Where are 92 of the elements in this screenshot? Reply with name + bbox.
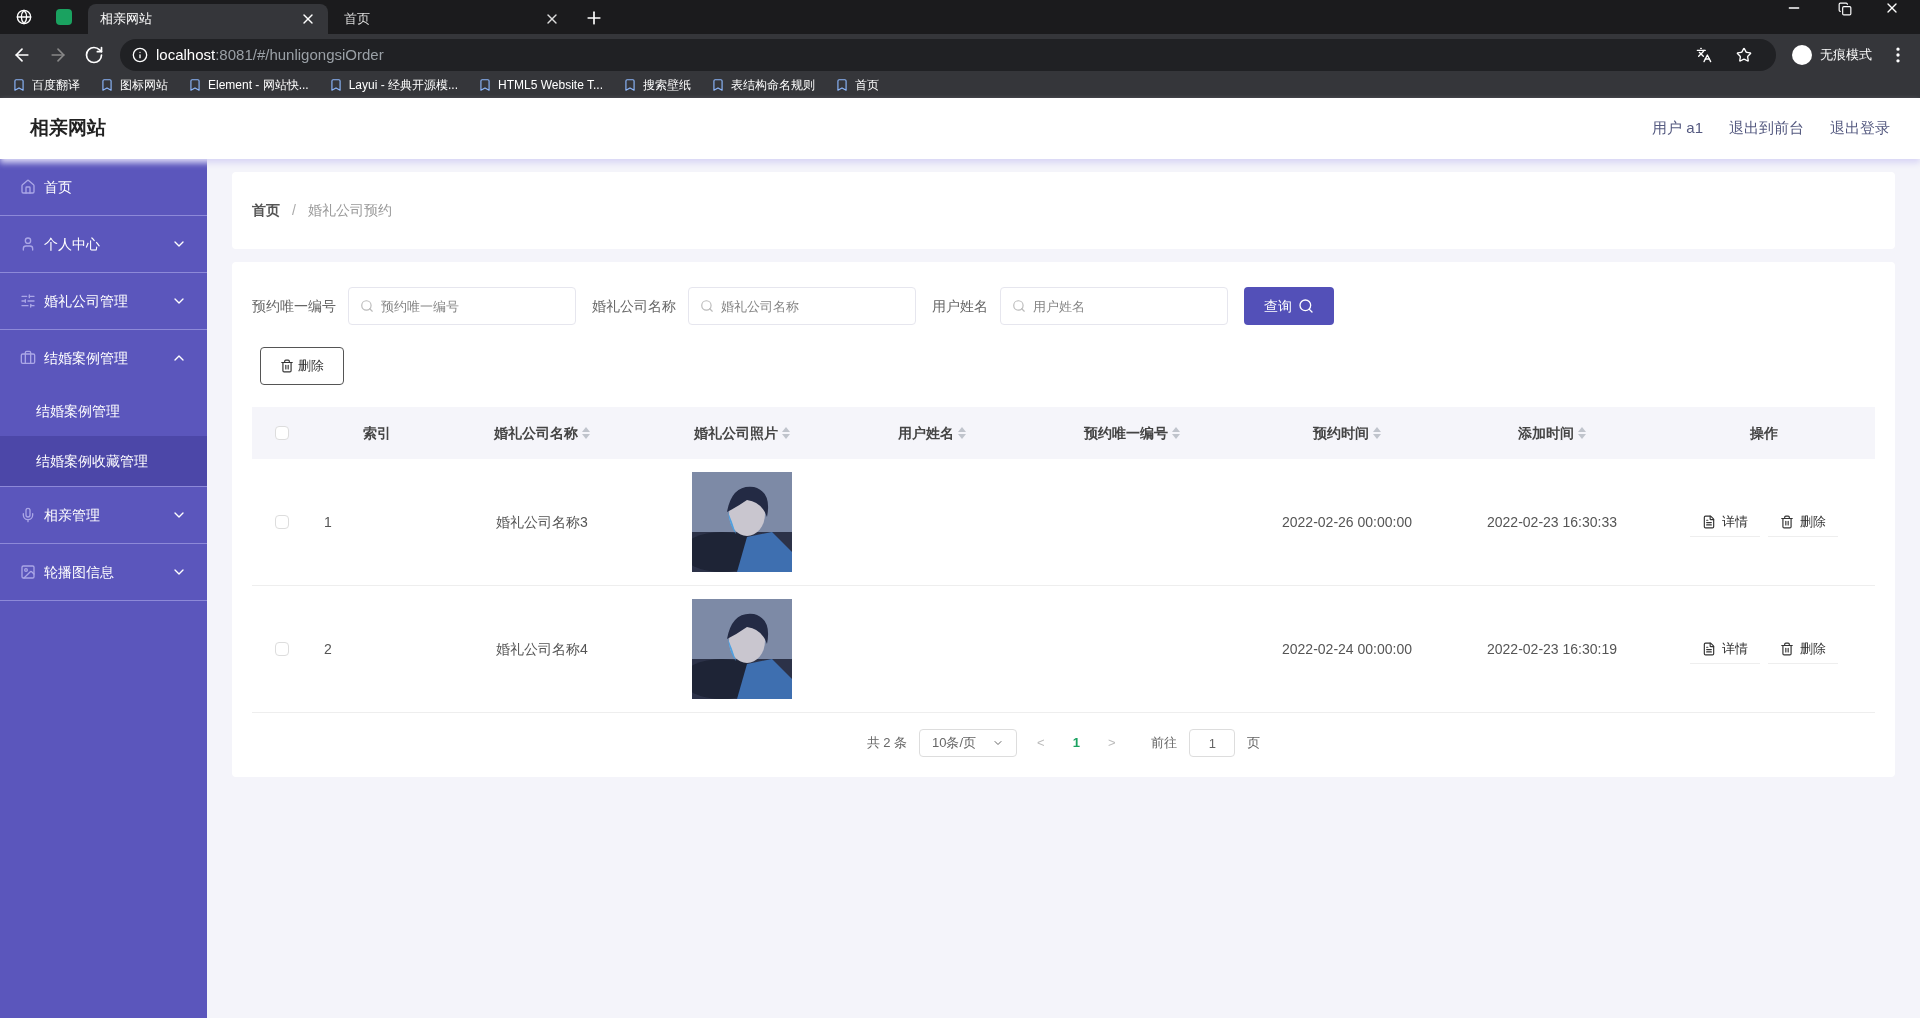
bookmark-icon (328, 78, 343, 92)
total-count: 共 2 条 (866, 734, 907, 753)
profile-chip[interactable]: 无痕模式 (1792, 45, 1872, 65)
breadcrumb-separator: / (292, 201, 296, 220)
globe-icon[interactable] (16, 9, 32, 25)
header-checkbox[interactable] (275, 426, 289, 440)
sidebar-item[interactable]: 轮播图信息 (0, 544, 207, 600)
table-cell-text: 1 (323, 513, 332, 530)
trash-icon (1779, 514, 1794, 529)
bookmark[interactable]: 首页 (835, 76, 879, 94)
row-checkbox[interactable] (275, 515, 289, 529)
search-icon (1012, 299, 1026, 313)
info-icon (132, 47, 148, 63)
star-icon[interactable] (1736, 47, 1752, 63)
table-cell-text: 婚礼公司名称3 (496, 512, 588, 532)
bookmark[interactable]: Element - 网站快... (188, 76, 309, 94)
bookmark[interactable]: 搜索壁纸 (623, 76, 691, 94)
header-link[interactable]: 用户 a1 (1652, 117, 1703, 140)
filter-label: 用户姓名 (932, 296, 988, 316)
bookmark[interactable]: HTML5 Website T... (478, 76, 603, 94)
url-text: localhost:8081/#/hunligongsiOrder (156, 44, 385, 65)
column-header[interactable]: 用户姓名 (898, 422, 954, 444)
goto-label: 前往 (1151, 734, 1178, 753)
bookmark-icon (478, 78, 493, 92)
translate-icon[interactable] (1696, 47, 1712, 63)
search-field[interactable]: 用户姓名 (1000, 287, 1228, 325)
search-icon (360, 299, 374, 313)
menu-item-icon (20, 236, 36, 252)
bookmark[interactable]: 图标网站 (100, 76, 168, 94)
menu-item-icon (20, 507, 36, 523)
column-header[interactable]: 预约时间 (1313, 422, 1369, 444)
sidebar-item[interactable]: 首页 (0, 159, 207, 215)
search-field[interactable]: 婚礼公司名称 (688, 287, 916, 325)
column-header[interactable]: 添加时间 (1518, 422, 1574, 444)
sidebar-item[interactable]: 结婚案例管理 (0, 330, 207, 386)
bookmark-icon (835, 78, 849, 92)
bookmark[interactable]: Layui - 经典开源模... (328, 76, 459, 94)
bookmark-icon (12, 78, 26, 92)
bookmark[interactable]: 百度翻译 (12, 76, 80, 94)
table-cell-text: 2022-02-23 16:30:33 (1487, 512, 1617, 532)
column-header[interactable]: 婚礼公司照片 (694, 422, 778, 444)
search-field[interactable]: 预约唯一编号 (348, 287, 576, 325)
sidebar-item[interactable]: 相亲管理 (0, 487, 207, 543)
filter-label: 预约唯一编号 (252, 296, 336, 316)
header-link[interactable]: 退出到前台 (1729, 117, 1804, 140)
column-header[interactable]: 操作 (1749, 422, 1778, 444)
bookmark-icon (188, 78, 202, 92)
sidebar-item[interactable]: 个人中心 (0, 216, 207, 272)
search-icon (700, 299, 714, 313)
document-icon (1701, 514, 1716, 529)
column-header[interactable]: 索引 (363, 422, 391, 444)
delete-button[interactable]: 删除 (1767, 507, 1838, 537)
site-title: 相亲网站 (30, 116, 107, 141)
sidebar-item[interactable]: 婚礼公司管理 (0, 273, 207, 329)
page-suffix: 页 (1247, 734, 1261, 753)
filter-label: 婚礼公司名称 (592, 296, 676, 316)
menu-item-icon (20, 350, 36, 366)
table-cell-text: 2022-02-26 00:00:00 (1282, 512, 1412, 532)
breadcrumb-item[interactable]: 首页 (252, 200, 280, 221)
table-cell-text: 2022-02-23 16:30:19 (1487, 639, 1617, 659)
table-cell-text: 2022-02-24 00:00:00 (1282, 639, 1412, 659)
details-button[interactable]: 详情 (1689, 634, 1760, 664)
row-checkbox[interactable] (275, 642, 289, 656)
browser-tab[interactable]: 首页 (332, 4, 572, 34)
page-size-select[interactable]: 10条/页 (919, 729, 1018, 757)
delete-button[interactable]: 删除 (260, 347, 344, 385)
menu-item-icon (20, 564, 36, 580)
menu-item-icon (20, 179, 36, 195)
header-link[interactable]: 退出登录 (1830, 117, 1890, 140)
table-cell-text: 2 (323, 640, 332, 657)
trash-icon (1779, 641, 1794, 656)
search-icon (1298, 298, 1314, 314)
bookmark[interactable]: 表结构命名规则 (711, 76, 815, 94)
delete-button[interactable]: 删除 (1767, 634, 1838, 664)
browser-tab[interactable]: 相亲网站 (88, 4, 328, 34)
submenu-item[interactable]: 结婚案例管理 (0, 386, 207, 436)
search-button[interactable]: 查询 (1244, 287, 1334, 325)
reload-icon[interactable] (84, 45, 104, 65)
page-input[interactable]: 1 (1189, 729, 1236, 757)
column-header[interactable]: 婚礼公司名称 (494, 422, 578, 444)
submenu-item[interactable]: 结婚案例收藏管理 (0, 436, 207, 486)
address-bar[interactable]: localhost:8081/#/hunligongsiOrder (120, 39, 1776, 71)
bookmark-icon (100, 78, 114, 92)
restore-icon[interactable] (1838, 2, 1852, 16)
column-header[interactable]: 预约唯一编号 (1084, 422, 1168, 444)
details-button[interactable]: 详情 (1689, 507, 1760, 537)
bookmark-icon (623, 78, 637, 92)
table-cell-text: 婚礼公司名称4 (496, 639, 588, 659)
menu-item-icon (20, 293, 36, 309)
document-icon (1701, 641, 1716, 656)
bookmark-icon (711, 78, 725, 92)
trash-icon (280, 359, 294, 373)
